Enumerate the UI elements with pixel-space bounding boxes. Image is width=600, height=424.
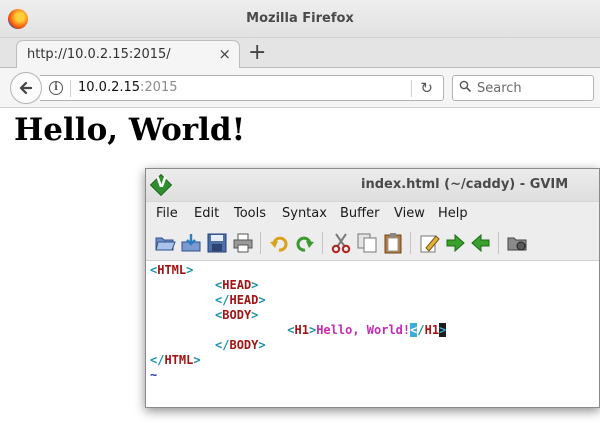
forward-arrow-icon[interactable] — [444, 232, 466, 254]
menu-file[interactable]: File — [156, 206, 178, 221]
new-tab-button[interactable]: + — [248, 40, 266, 66]
gvim-window[interactable]: V index.html (~/caddy) - GVIM File Edit … — [145, 168, 600, 408]
save-download-icon[interactable] — [180, 232, 202, 254]
empty-line-marker: ~ — [150, 368, 157, 383]
code-token: > — [251, 278, 259, 292]
code-token: > — [258, 293, 266, 307]
url-divider — [70, 80, 71, 97]
toolbar-separator — [498, 232, 499, 254]
url-bar[interactable]: i 10.0.2.15:2015 ↻ — [40, 75, 444, 101]
tab-strip: http://10.0.2.15:2015/ × + — [0, 38, 600, 69]
menu-edit[interactable]: Edit — [194, 206, 219, 221]
code-line: <BODY> — [150, 308, 258, 323]
copy-icon[interactable] — [356, 232, 378, 254]
code-token: HTML — [164, 353, 194, 367]
search-input[interactable] — [477, 79, 589, 97]
code-token: > — [193, 353, 201, 367]
navigation-bar: i 10.0.2.15:2015 ↻ — [0, 68, 600, 108]
code-line: </HTML> — [150, 353, 201, 368]
back-button[interactable] — [10, 72, 42, 104]
code-token: BODY — [229, 338, 259, 352]
firefox-titlebar: Mozilla Firefox — [0, 0, 600, 38]
window-title: Mozilla Firefox — [246, 11, 354, 26]
toolbar-separator — [410, 232, 411, 254]
code-line: </HEAD> — [150, 293, 266, 308]
menu-tools[interactable]: Tools — [234, 206, 266, 221]
redo-icon[interactable] — [294, 232, 316, 254]
menu-buffer[interactable]: Buffer — [340, 206, 379, 221]
code-token: > — [186, 263, 194, 277]
cut-icon[interactable] — [330, 232, 352, 254]
code-token: </ — [150, 353, 165, 367]
text-cursor: > — [439, 323, 447, 337]
url-text[interactable]: 10.0.2.15:2015 — [78, 80, 178, 95]
gvim-toolbar — [146, 226, 599, 261]
make-icon[interactable] — [506, 232, 528, 254]
code-token: BODY — [222, 308, 252, 322]
find-replace-icon[interactable] — [418, 232, 440, 254]
search-icon — [459, 80, 471, 92]
code-token: / — [417, 323, 425, 337]
vim-logo-letter: V — [156, 175, 167, 191]
tilde-marker: ~ — [150, 368, 158, 382]
code-token: </ — [215, 338, 230, 352]
code-token: < — [287, 323, 295, 337]
search-box[interactable] — [452, 75, 594, 101]
toolbar-separator — [260, 232, 261, 254]
reload-icon[interactable]: ↻ — [420, 79, 433, 97]
print-icon[interactable] — [232, 232, 254, 254]
reload-divider — [411, 80, 412, 97]
code-token: H1 — [294, 323, 309, 337]
code-token: HEAD — [222, 278, 252, 292]
url-host: 10.0.2.15 — [78, 80, 141, 95]
tab-label: http://10.0.2.15:2015/ — [27, 47, 171, 62]
toolbar-separator — [322, 232, 323, 254]
code-token: > — [258, 338, 266, 352]
code-line: <H1>Hello, World!</H1> — [150, 323, 447, 338]
close-tab-icon[interactable]: × — [218, 45, 231, 63]
code-line: <HTML> — [150, 263, 193, 278]
code-line: </BODY> — [150, 338, 266, 353]
url-port: :2015 — [140, 80, 178, 95]
back-arrow-icon — [19, 81, 33, 95]
paste-icon[interactable] — [382, 232, 404, 254]
menu-syntax[interactable]: Syntax — [282, 206, 327, 221]
undo-icon[interactable] — [268, 232, 290, 254]
code-token: </ — [215, 293, 230, 307]
browser-tab[interactable]: http://10.0.2.15:2015/ × — [16, 40, 240, 69]
code-token: HEAD — [229, 293, 259, 307]
open-file-icon[interactable] — [154, 232, 176, 254]
gvim-editor[interactable]: <HTML> <HEAD> </HEAD> <BODY> <H1>Hello, … — [146, 261, 599, 407]
code-token: > — [251, 308, 259, 322]
save-icon[interactable] — [206, 232, 228, 254]
back-arrow-icon[interactable] — [470, 232, 492, 254]
menu-view[interactable]: View — [394, 206, 425, 221]
info-icon[interactable]: i — [49, 81, 63, 95]
code-token: H1 — [424, 323, 440, 337]
code-token: HTML — [157, 263, 187, 277]
gvim-titlebar: V index.html (~/caddy) - GVIM — [146, 169, 599, 201]
code-line: <HEAD> — [150, 278, 258, 293]
gvim-title: index.html (~/caddy) - GVIM — [361, 177, 569, 192]
page-heading: Hello, World! — [14, 112, 246, 148]
code-text: Hello, World! — [316, 323, 411, 337]
menu-help[interactable]: Help — [438, 206, 468, 221]
gvim-menubar: File Edit Tools Syntax Buffer View Help — [146, 201, 599, 226]
